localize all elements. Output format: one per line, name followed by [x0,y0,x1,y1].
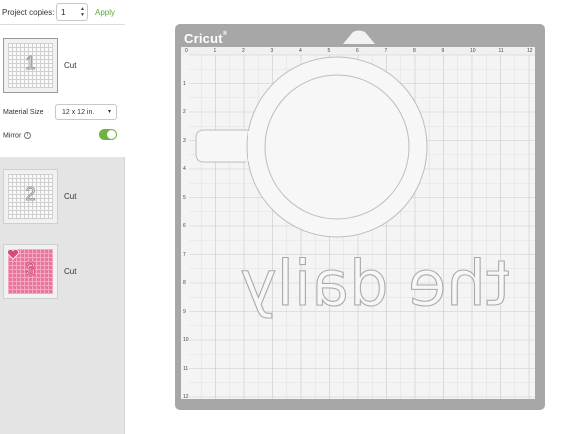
mirrored-text-design[interactable]: the daily [239,246,510,320]
svg-text:the daily: the daily [240,247,510,320]
mug-design[interactable] [195,56,428,238]
mat-grid-overlay: the daily [189,54,535,399]
